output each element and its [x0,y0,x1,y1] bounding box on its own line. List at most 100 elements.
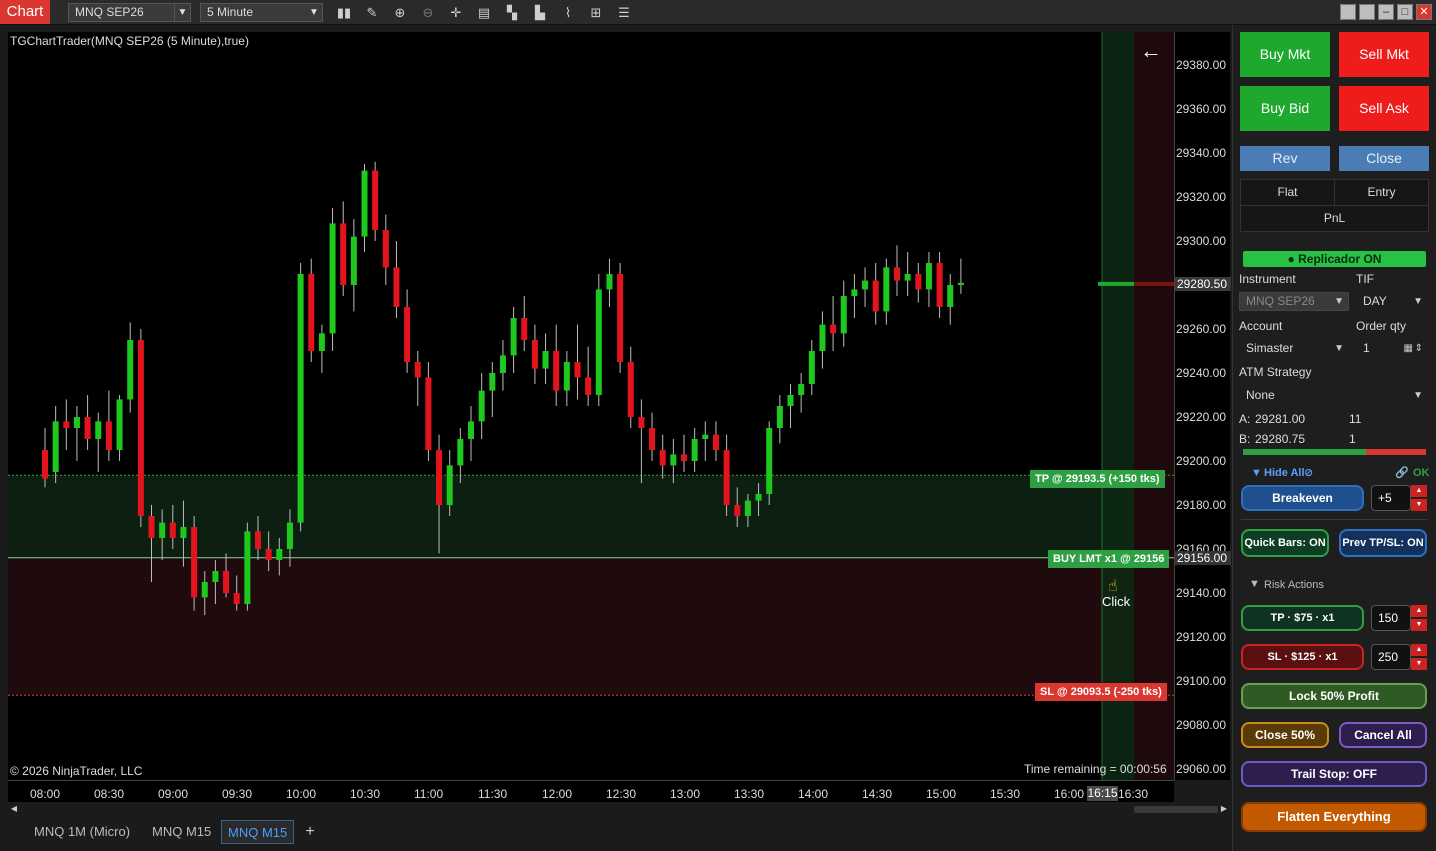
buy-bid-button[interactable]: Buy Bid [1240,86,1330,131]
data-box-icon[interactable]: ☰ [614,3,634,22]
take-profit-button[interactable]: TP · $75 · x1 [1241,605,1364,631]
chevron-down-icon: ▼ [174,4,190,21]
toolbar: Chart MNQ SEP26 ▼ 5 Minute ▼ ▮▮ ✎ ⊕ ⊖ ✛ … [0,0,1436,25]
last-price-marker-bid [1098,281,1134,286]
quick-bars-toggle[interactable]: Quick Bars: ON [1241,529,1329,557]
candle-body [585,377,592,395]
snap-icon[interactable] [1359,4,1375,20]
zoom-out-icon[interactable]: ⊖ [418,3,438,22]
spinner-icon[interactable]: ⇕ [1415,340,1423,357]
time-tick-label: 15:00 [926,787,957,801]
candle-body [169,522,176,538]
chart-trader-icon[interactable]: ⊞ [586,3,606,22]
atm-strategy-label: ATM Strategy [1239,365,1312,379]
candle-body [712,434,719,450]
zoom-in-icon[interactable]: ⊕ [390,3,410,22]
ask-size: 11 [1349,412,1362,426]
tab-mnq-1m[interactable]: MNQ 1M (Micro) [28,820,136,844]
lock-profit-button[interactable]: Lock 50% Profit [1241,683,1427,709]
bar-type-icon[interactable]: ▮▮ [334,3,354,22]
back-arrow-icon[interactable]: ← [1138,38,1164,64]
replicator-status-badge[interactable]: ● Replicador ON [1243,251,1426,267]
buy-market-button[interactable]: Buy Mkt [1240,32,1330,77]
candle-body [297,274,304,523]
tp-order-label[interactable]: TP @ 29193.5 (+150 tks) [1030,470,1165,488]
scroll-thumb[interactable] [1134,806,1218,813]
candle-body [425,377,432,450]
account-select[interactable]: Simaster ▼ [1239,339,1349,358]
risk-actions-header[interactable]: Risk Actions [1264,579,1324,591]
candle-body [73,417,80,428]
breakeven-offset-input[interactable]: +5 [1371,485,1411,511]
draw-icon[interactable]: ✎ [362,3,382,22]
add-tab-icon[interactable]: + [302,820,318,844]
arrow-down-icon[interactable]: ▼ [1411,658,1427,670]
arrow-up-icon[interactable]: ▲ [1411,485,1427,497]
stop-loss-button[interactable]: SL · $125 · x1 [1241,644,1364,670]
order-qty-input[interactable]: 1 ▦ ⇕ [1356,339,1428,358]
tp-ticks-input[interactable]: 150 [1371,605,1411,631]
tab-mnq-m15[interactable]: MNQ M15 [146,820,217,844]
time-axis[interactable]: 08:00 08:30 09:00 09:30 10:00 10:30 11:00 11:30… [8,780,1174,802]
hide-all-toggle[interactable]: Hide All [1264,467,1305,479]
close-half-button[interactable]: Close 50% [1241,722,1329,748]
triangle-down-icon[interactable]: ▼ [1251,467,1262,479]
indicators-icon[interactable]: ▙ [530,3,550,22]
trail-stop-toggle[interactable]: Trail Stop: OFF [1241,761,1427,787]
candle-body [872,280,879,312]
price-axis[interactable]: 29380.00 29360.00 29340.00 29320.00 29300.00… [1174,32,1231,780]
sl-ticks-spinner[interactable]: ▲ ▼ [1411,644,1427,670]
current-time-badge: 16:15 [1087,786,1118,801]
chart-scrollbar[interactable]: ◀ ▶ [8,803,1230,815]
chevron-down-icon: ▼ [1334,343,1344,354]
interval-selector[interactable]: 5 Minute ▼ [200,3,323,22]
calculator-icon[interactable]: ▦ [1404,340,1413,357]
reverse-button[interactable]: Rev [1240,146,1330,171]
scroll-right-icon[interactable]: ▶ [1218,803,1230,815]
sell-market-button[interactable]: Sell Mkt [1339,32,1429,77]
scroll-left-icon[interactable]: ◀ [8,803,20,815]
breakeven-spinner[interactable]: ▲ ▼ [1411,485,1427,511]
tif-select[interactable]: DAY ▼ [1356,292,1428,311]
tile-icon[interactable] [1340,4,1356,20]
candle-body [84,417,91,439]
candle-body [382,230,389,268]
time-tick-label: 11:30 [478,787,508,801]
cancel-all-button[interactable]: Cancel All [1339,722,1427,748]
tp-ticks-spinner[interactable]: ▲ ▼ [1411,605,1427,631]
arrow-up-icon[interactable]: ▲ [1411,605,1427,617]
arrow-down-icon[interactable]: ▼ [1411,619,1427,631]
instrument-field[interactable]: MNQ SEP26 ▼ [1239,292,1349,311]
flatten-everything-button[interactable]: Flatten Everything [1241,802,1427,832]
sl-ticks-input[interactable]: 250 [1371,644,1411,670]
chevron-down-icon: ▼ [309,7,319,18]
crosshair-icon[interactable]: ✛ [446,3,466,22]
close-position-button[interactable]: Close [1339,146,1429,171]
price-tick-label: 29260.00 [1175,322,1226,336]
maximize-icon[interactable]: □ [1397,4,1413,20]
candle-body [510,318,517,356]
candle-body [286,522,293,549]
arrow-down-icon[interactable]: ▼ [1411,499,1427,511]
arrow-up-icon[interactable]: ▲ [1411,644,1427,656]
candle-body [851,289,858,296]
chart-panel[interactable] [8,32,1174,780]
link-icon: 🔗 [1395,467,1409,479]
buy-limit-order-label[interactable]: BUY LMT x1 @ 29156 [1048,550,1170,568]
triangle-down-icon[interactable]: ▼ [1249,578,1260,590]
properties-icon[interactable]: ▤ [474,3,494,22]
sl-order-label[interactable]: SL @ 29093.5 (-250 tks) [1035,683,1167,701]
close-icon[interactable]: ✕ [1416,4,1432,20]
strategies-icon[interactable]: ⌇ [558,3,578,22]
templates-icon[interactable]: ▚ [502,3,522,22]
minimize-icon[interactable]: – [1378,4,1394,20]
chart-menu-button[interactable]: Chart [0,0,50,24]
candle-body [137,340,144,516]
candle-body [340,223,347,285]
prev-tpsl-toggle[interactable]: Prev TP/SL: ON [1339,529,1427,557]
tab-mnq-m15-active[interactable]: MNQ M15 [221,820,295,844]
atm-strategy-select[interactable]: None ▼ [1239,386,1428,405]
breakeven-button[interactable]: Breakeven [1241,485,1364,511]
sell-ask-button[interactable]: Sell Ask [1339,86,1429,131]
instrument-selector[interactable]: MNQ SEP26 ▼ [68,3,191,22]
